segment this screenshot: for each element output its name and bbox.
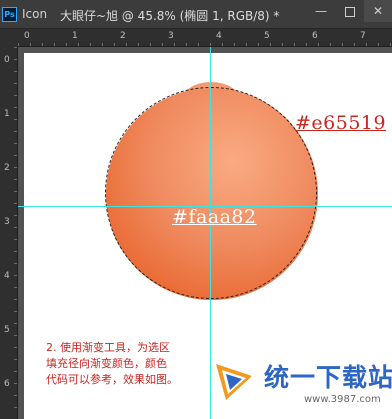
instruction-line: 填充径向渐变颜色，颜色 (46, 357, 167, 370)
outer-color-code: #e65519 (295, 112, 387, 134)
ruler-h-label: 6 (312, 31, 318, 41)
ruler-h-label: 7 (360, 31, 366, 41)
ruler-h-label: 5 (264, 31, 270, 41)
ruler-v-label: 6 (4, 379, 10, 389)
minimize-button[interactable]: — (307, 0, 335, 22)
ruler-h-label: 1 (72, 31, 78, 41)
ruler-v-label: 3 (4, 217, 10, 227)
ruler-h-label: 0 (24, 31, 30, 41)
document-tab-label[interactable]: Icon (22, 7, 47, 21)
site-watermark: 统一下载站 www.3987.com (212, 352, 392, 416)
watermark-title: 统一下载站 (264, 363, 392, 392)
ruler-v-label: 4 (4, 271, 10, 281)
inner-color-code: #faaa82 (172, 206, 257, 228)
ruler-origin[interactable] (0, 29, 18, 47)
instruction-note: 2. 使用渐变工具，为选区 填充径向渐变颜色，颜色 代码可以参考，效果如图。 (46, 340, 178, 388)
document-title[interactable]: 大眼仔~旭 @ 45.8% (椭圆 1, RGB/8) * (60, 7, 279, 24)
ruler-v-label: 5 (4, 325, 10, 335)
vertical-guide-line[interactable] (210, 47, 211, 419)
maximize-button[interactable] (336, 0, 364, 22)
maximize-icon (345, 6, 355, 17)
watermark-logo-icon (216, 364, 252, 400)
ruler-h-label: 2 (120, 31, 126, 41)
instruction-line: 代码可以参考，效果如图。 (46, 373, 178, 386)
ruler-h-label: 4 (216, 31, 222, 41)
ruler-v-label: 1 (4, 109, 10, 119)
close-button[interactable]: ✕ (364, 0, 392, 22)
photoshop-logo-icon: Ps (2, 7, 17, 22)
horizontal-ruler[interactable]: 0 1 2 3 4 5 6 7 (18, 29, 392, 47)
document-tab-bar: Ps Icon 大眼仔~旭 @ 45.8% (椭圆 1, RGB/8) * — … (0, 0, 392, 29)
instruction-line: 2. 使用渐变工具，为选区 (46, 341, 170, 354)
ruler-v-label: 2 (4, 163, 10, 173)
watermark-url: www.3987.com (304, 394, 381, 405)
ruler-v-label: 0 (4, 55, 10, 65)
ruler-h-label: 3 (168, 31, 174, 41)
vertical-ruler[interactable]: 0 1 2 3 4 5 6 (0, 47, 18, 419)
orange-ellipse-fill (106, 88, 318, 300)
